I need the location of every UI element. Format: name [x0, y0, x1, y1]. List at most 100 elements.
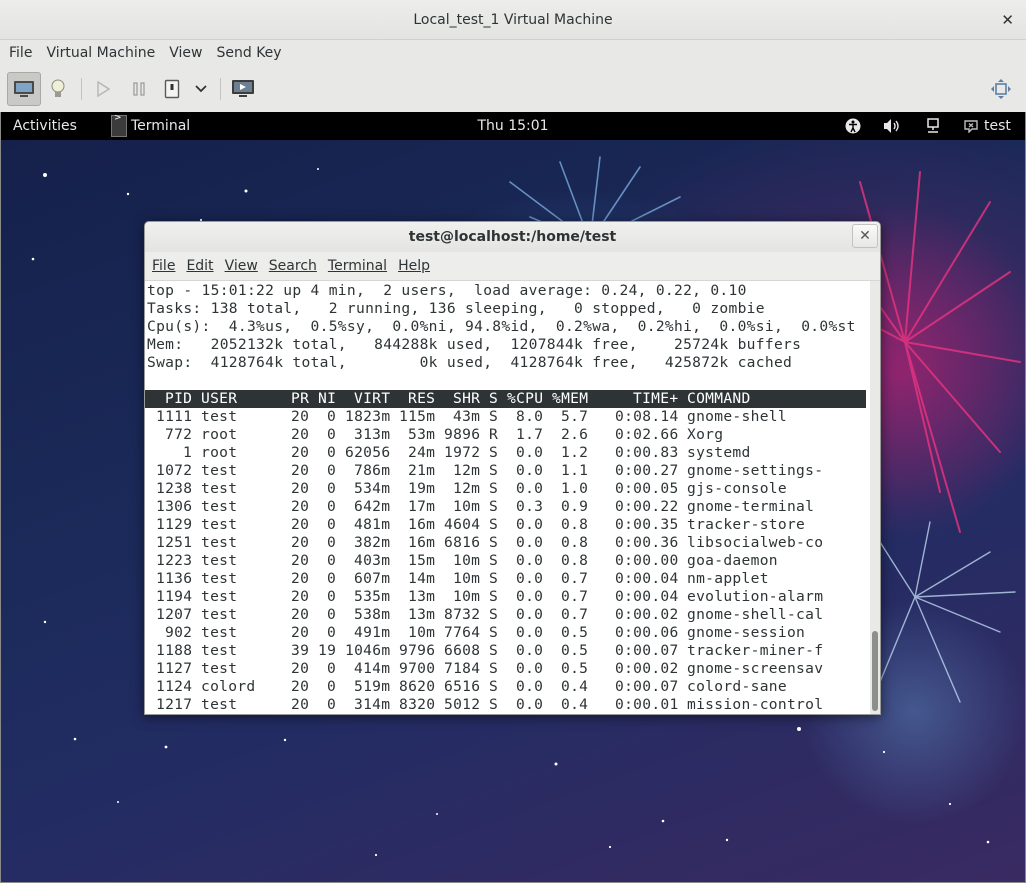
cell-pr: 20 [291, 552, 310, 569]
process-row: 1129 test 20 0 481m 16m 4604 S 0.0 0.8 0:00.35 trac… [145, 516, 866, 534]
cell-res: 53m [408, 426, 436, 443]
terminal-output[interactable]: top - 15:01:22 up 4 min, 2 users, load a… [145, 281, 870, 714]
process-row: 772 root 20 0 313m 53m 9896 R 1.7 2.6 0:02.66 Xorg [145, 426, 866, 444]
cell-cpu: 0.0 [516, 606, 544, 623]
cell-mem: 0.9 [561, 498, 589, 515]
terminal-menu-file[interactable]: File [147, 258, 180, 274]
vm-menu-file[interactable]: File [2, 40, 39, 66]
terminal-titlebar[interactable]: test@localhost:/home/test [145, 222, 880, 252]
display-icon [232, 80, 254, 97]
guest-display[interactable]: Activities Terminal Thu 15:01 [0, 112, 1026, 883]
network-menu[interactable] [923, 112, 943, 140]
terminal-menu-terminal[interactable]: Terminal [323, 258, 392, 274]
cell-pid: 1238 [156, 480, 193, 497]
vm-menu-send-key[interactable]: Send Key [209, 40, 288, 66]
accessibility-menu[interactable] [843, 112, 863, 140]
shutdown-button[interactable] [162, 72, 182, 106]
cell-pr: 20 [291, 660, 310, 677]
cell-pid: 772 [165, 426, 193, 443]
play-icon [97, 81, 110, 97]
cell-pr: 20 [291, 606, 310, 623]
cell-pid: 1127 [156, 660, 193, 677]
process-table-header: PID USER PR NI VIRT RES SHR S %CPU %MEM TIME+ COMMA… [145, 390, 866, 408]
user-name: test [984, 118, 1011, 134]
cell-state: S [489, 642, 499, 659]
cell-mem: 0.5 [561, 642, 589, 659]
cell-command: gnome-shell [687, 408, 787, 425]
cell-pr: 20 [291, 696, 310, 713]
terminal-window[interactable]: test@localhost:/home/test ✕ File Edit Vi… [144, 221, 881, 715]
cell-virt: 519m [354, 678, 391, 695]
cell-ni: 0 [327, 660, 337, 677]
pause-button[interactable] [128, 72, 150, 106]
terminal-menu-view[interactable]: View [220, 258, 263, 274]
cell-time: 0:00.05 [615, 480, 679, 497]
cell-pid: 1129 [156, 516, 193, 533]
cell-command: goa-daemon [687, 552, 778, 569]
cell-mem: 0.5 [561, 624, 589, 641]
cell-cpu: 0.0 [516, 462, 544, 479]
process-row: 1127 test 20 0 414m 9700 7184 S 0.0 0.5 0:00.02 gno… [145, 660, 866, 678]
cell-res: 15m [408, 552, 436, 569]
cell-pid: 1217 [156, 696, 193, 713]
cell-ni: 0 [327, 696, 337, 713]
fullscreen-icon [991, 79, 1011, 99]
lightbulb-icon [51, 79, 65, 97]
cell-virt: 414m [354, 660, 391, 677]
shutdown-menu-button[interactable] [192, 72, 210, 106]
terminal-scrollbar[interactable] [870, 281, 880, 714]
activities-button[interactable]: Activities [13, 112, 77, 140]
cell-pid: 902 [165, 624, 193, 641]
cell-command: nm-applet [687, 570, 769, 587]
cell-pid: 1306 [156, 498, 193, 515]
cell-command: tracker-miner-f [687, 642, 824, 659]
process-row: 1223 test 20 0 403m 15m 10m S 0.0 0.8 0:00.00 goa-d… [145, 552, 866, 570]
cell-time: 0:00.06 [615, 624, 679, 641]
terminal-menu-search[interactable]: Search [264, 258, 322, 274]
column-header-user: USER [201, 390, 238, 407]
cell-command: tracker-store [687, 516, 806, 533]
terminal-menu-help[interactable]: Help [393, 258, 435, 274]
cell-pr: 20 [291, 408, 310, 425]
cell-command: gnome-screensav [687, 660, 824, 677]
fullscreen-button[interactable] [988, 72, 1014, 106]
run-button[interactable] [92, 72, 114, 106]
app-menu-terminal[interactable]: Terminal [111, 112, 190, 140]
cell-command: systemd [687, 444, 751, 461]
column-header-shr: SHR [453, 390, 481, 407]
cell-shr: 10m [453, 570, 481, 587]
cell-mem: 0.4 [561, 678, 589, 695]
cell-cpu: 0.0 [516, 660, 544, 677]
cell-user: root [201, 444, 238, 461]
vm-menu-virtual-machine[interactable]: Virtual Machine [39, 40, 162, 66]
cell-cpu: 0.0 [516, 444, 544, 461]
cell-virt: 1046m [345, 642, 391, 659]
scrollbar-thumb[interactable] [872, 631, 878, 711]
vm-menu-view[interactable]: View [162, 40, 209, 66]
cell-res: 16m [408, 516, 436, 533]
cell-command: gnome-terminal [687, 498, 815, 515]
cell-pid: 1111 [156, 408, 193, 425]
show-details-button[interactable] [46, 72, 70, 106]
cell-cpu: 0.0 [516, 480, 544, 497]
cell-virt: 534m [354, 480, 391, 497]
accessibility-icon [845, 118, 861, 134]
cell-pr: 20 [291, 498, 310, 515]
vm-close-button[interactable]: ✕ [1001, 0, 1014, 40]
terminal-close-button[interactable]: ✕ [852, 224, 878, 248]
cell-time: 0:00.04 [615, 570, 679, 587]
show-console-button[interactable] [7, 72, 41, 106]
top-summary-cpu: Cpu(s): 4.3%us, 0.5%sy, 0.0%ni, 94.8%id,… [147, 318, 856, 335]
cell-ni: 0 [327, 678, 337, 695]
volume-menu[interactable] [882, 112, 902, 140]
screenshot-button[interactable] [229, 72, 257, 106]
cell-cpu: 0.0 [516, 588, 544, 605]
cell-pr: 20 [291, 678, 310, 695]
process-row: 1111 test 20 0 1823m 115m 43m S 8.0 5.7 0:08.14 gno… [145, 408, 866, 426]
cell-user: test [201, 624, 238, 641]
cell-pr: 20 [291, 480, 310, 497]
cell-virt: 1823m [345, 408, 391, 425]
terminal-menu-edit[interactable]: Edit [181, 258, 218, 274]
user-menu[interactable]: test [963, 112, 1019, 140]
cell-command: colord-sane [687, 678, 787, 695]
